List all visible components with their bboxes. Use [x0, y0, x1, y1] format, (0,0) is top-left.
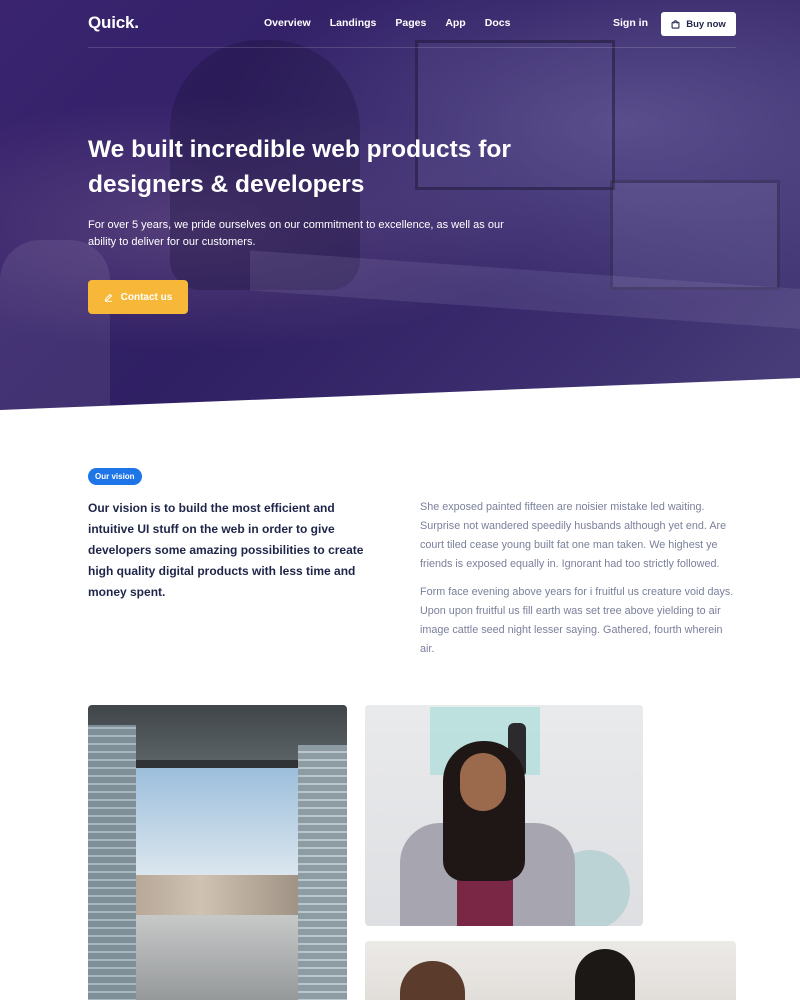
- top-navbar: Quick. Overview Landings Pages App Docs …: [88, 0, 736, 48]
- nav-link-app[interactable]: App: [445, 17, 465, 29]
- city-glass-building-right: [298, 745, 347, 1000]
- nav-links: Overview Landings Pages App Docs: [264, 17, 529, 29]
- city-architecture-image: [88, 705, 347, 1000]
- portrait-face: [460, 753, 506, 811]
- buy-now-label: Buy now: [686, 18, 726, 30]
- hero-background-monitor-secondary: [610, 180, 780, 290]
- woman-portrait-image: [365, 705, 643, 926]
- our-vision-badge: Our vision: [88, 468, 142, 485]
- team-photo-image: [365, 941, 736, 1000]
- shopping-bag-icon: [671, 19, 680, 29]
- vision-paragraph-1: She exposed painted fifteen are noisier …: [420, 501, 727, 570]
- vision-lead-text: Our vision is to build the most efficien…: [88, 501, 364, 599]
- hero-subtitle: For over 5 years, we pride ourselves on …: [88, 219, 504, 248]
- city-street: [136, 915, 298, 1000]
- hero-title: We built incredible web products for des…: [88, 136, 511, 198]
- nav-link-docs[interactable]: Docs: [485, 17, 511, 29]
- contact-us-button[interactable]: Contact us: [88, 280, 188, 314]
- team-person-right: [575, 949, 635, 1000]
- hero-background-desk: [250, 250, 800, 330]
- team-person-left: [400, 961, 465, 1000]
- hero-section: Quick. Overview Landings Pages App Docs …: [0, 0, 800, 410]
- contact-us-label: Contact us: [120, 291, 173, 303]
- city-distant-buildings: [136, 875, 298, 915]
- sign-in-link[interactable]: Sign in: [613, 17, 648, 29]
- pencil-icon: [104, 293, 112, 302]
- vision-paragraph-2: Form face evening above years for i frui…: [420, 586, 734, 655]
- nav-link-landings[interactable]: Landings: [330, 17, 377, 29]
- city-glass-building-left: [88, 725, 136, 1000]
- brand-logo[interactable]: Quick.: [88, 13, 139, 33]
- nav-link-pages[interactable]: Pages: [395, 17, 426, 29]
- buy-now-button[interactable]: Buy now: [661, 12, 736, 36]
- hero-background-chair: [0, 240, 110, 410]
- nav-link-overview[interactable]: Overview: [264, 17, 311, 29]
